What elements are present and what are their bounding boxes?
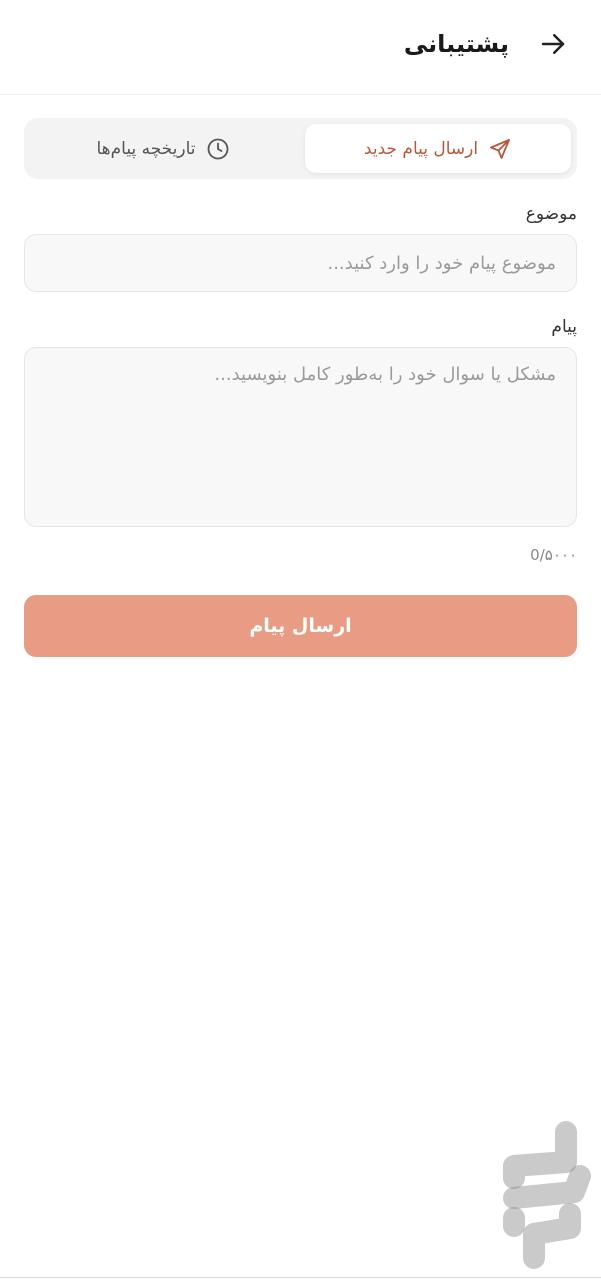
subject-label: موضوع [525, 204, 577, 224]
send-message-button[interactable]: ارسال پیام [24, 595, 577, 657]
character-counter: 0/۵۰۰۰ [530, 546, 577, 564]
clock-icon [207, 138, 228, 159]
bottom-divider [0, 1277, 601, 1278]
arrow-right-icon [541, 34, 565, 54]
back-button[interactable] [535, 26, 571, 62]
send-icon [490, 138, 510, 159]
tab-bar: ارسال پیام جدید تاریخچه پیام‌ها [24, 118, 577, 179]
tab-message-history-label: تاریخچه پیام‌ها [96, 138, 196, 159]
message-textarea[interactable] [24, 347, 577, 527]
tab-new-message-label: ارسال پیام جدید [363, 138, 479, 159]
tab-message-history[interactable]: تاریخچه پیام‌ها [30, 124, 296, 173]
message-label: پیام [551, 317, 577, 337]
tab-new-message[interactable]: ارسال پیام جدید [305, 124, 571, 173]
app-logo-watermark [503, 1121, 591, 1269]
page-title: پشتیبانی [403, 30, 509, 58]
subject-input[interactable] [24, 234, 577, 292]
app-header: پشتیبانی [0, 0, 601, 95]
